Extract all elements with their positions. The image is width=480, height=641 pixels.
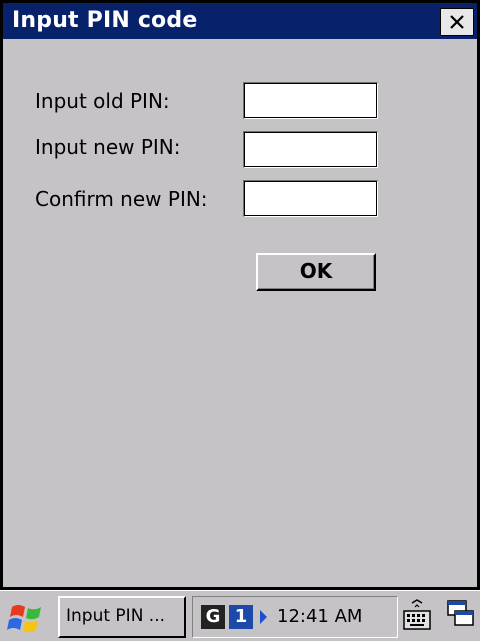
keyboard-icon bbox=[403, 599, 431, 630]
close-button[interactable] bbox=[440, 8, 474, 36]
clock[interactable]: 12:41 AM bbox=[277, 597, 362, 637]
system-tray: G 1 12:41 AM bbox=[192, 596, 398, 638]
g-status-icon[interactable]: G bbox=[201, 605, 225, 629]
start-button[interactable] bbox=[6, 599, 50, 637]
windows-flag-icon bbox=[7, 605, 41, 633]
old-pin-label: Input old PIN: bbox=[35, 89, 170, 113]
taskbar-item-input-pin[interactable]: Input PIN ... bbox=[58, 596, 186, 638]
desktop-icon bbox=[447, 600, 474, 626]
window-title: Input PIN code bbox=[12, 8, 198, 33]
old-pin-input[interactable] bbox=[243, 82, 378, 119]
one-status-icon[interactable]: 1 bbox=[229, 605, 253, 629]
confirm-pin-input[interactable] bbox=[243, 180, 378, 217]
taskbar: Input PIN ... G 1 12:41 AM bbox=[0, 590, 480, 641]
close-icon bbox=[450, 15, 464, 29]
title-bar: Input PIN code bbox=[3, 3, 477, 39]
ok-button[interactable]: OK bbox=[256, 253, 376, 291]
dialog-window: Input PIN code Input old PIN: Input new … bbox=[0, 0, 480, 590]
new-pin-label: Input new PIN: bbox=[35, 135, 181, 159]
show-desktop-button[interactable] bbox=[446, 597, 476, 635]
keyboard-button[interactable] bbox=[402, 599, 432, 633]
new-pin-input[interactable] bbox=[243, 131, 378, 168]
tray-arrow-icon[interactable] bbox=[260, 610, 267, 624]
confirm-pin-label: Confirm new PIN: bbox=[35, 187, 208, 211]
